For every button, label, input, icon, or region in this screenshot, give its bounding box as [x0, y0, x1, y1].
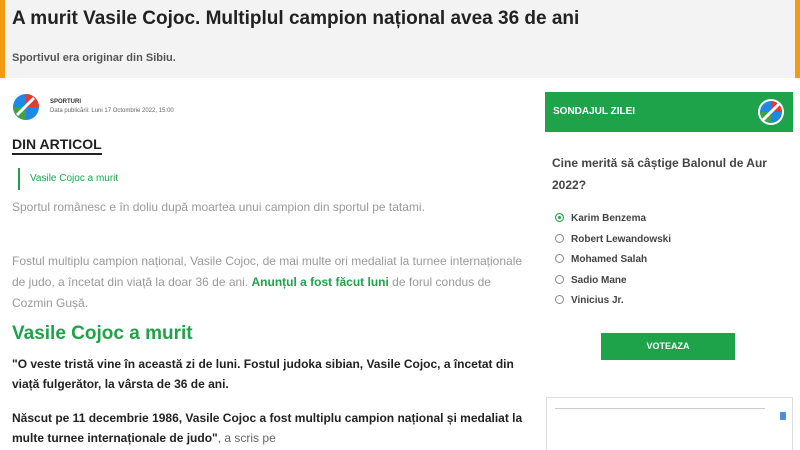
- poll-option[interactable]: Vinicius Jr.: [555, 293, 624, 309]
- poll-option-label: Robert Lewandowski: [571, 234, 672, 245]
- radio-button[interactable]: [555, 295, 564, 304]
- poll-option-label: Sadio Mane: [571, 275, 627, 286]
- article-title: A murit Vasile Cojoc. Multiplul campion …: [12, 8, 580, 29]
- poll-option-label: Karim Benzema: [571, 213, 647, 224]
- quote-tail: , a scris pe: [217, 431, 276, 445]
- publish-date: Data publicării: Luni 17 Octombrie 2022,…: [50, 108, 174, 114]
- poll-logo-icon: [758, 99, 784, 125]
- author-name[interactable]: SPORTURI: [50, 99, 81, 105]
- vote-button[interactable]: VOTEAZA: [601, 333, 735, 360]
- quote-paragraph-2: Născut pe 11 decembrie 1986, Vasile Cojo…: [12, 408, 524, 448]
- poll-question: Cine merită să câștige Balonul de Aur 20…: [552, 156, 767, 192]
- quote-paragraph-1: "O veste tristă vine în această zi de lu…: [12, 357, 514, 391]
- poll-header: SONDAJUL ZILEI: [545, 92, 793, 132]
- article-paragraph-1: Sportul românesc e în doliu după moartea…: [12, 200, 425, 214]
- radio-button[interactable]: [555, 234, 564, 243]
- poll-option[interactable]: Mohamed Salah: [555, 252, 647, 268]
- site-logo-icon[interactable]: [12, 93, 40, 121]
- header-accent-right: [795, 0, 800, 78]
- ad-divider: [555, 408, 765, 409]
- ad-slot[interactable]: [546, 397, 793, 450]
- radio-button-selected[interactable]: [555, 213, 564, 222]
- radio-button[interactable]: [555, 254, 564, 263]
- author-block: SPORTURI Data publicării: Luni 17 Octomb…: [12, 93, 312, 123]
- poll-option[interactable]: Sadio Mane: [555, 273, 627, 289]
- toc-heading: DIN ARTICOL: [12, 136, 102, 155]
- section-heading: Vasile Cojoc a murit: [12, 323, 193, 344]
- poll-title: SONDAJUL ZILEI: [553, 106, 636, 117]
- article-paragraph-2: Fostul multiplu campion național, Vasile…: [12, 251, 524, 314]
- poll-option-label: Vinicius Jr.: [571, 295, 624, 306]
- toc-link[interactable]: Vasile Cojoc a murit: [18, 168, 118, 190]
- radio-button[interactable]: [555, 275, 564, 284]
- article-header: A murit Vasile Cojoc. Multiplul campion …: [0, 0, 800, 78]
- ad-choices-icon[interactable]: [780, 412, 786, 420]
- header-accent-left: [0, 0, 5, 78]
- poll-option-label: Mohamed Salah: [571, 254, 648, 265]
- poll-option[interactable]: Robert Lewandowski: [555, 232, 671, 248]
- announcement-link[interactable]: Anunțul a fost făcut luni: [252, 275, 389, 289]
- poll-option[interactable]: Karim Benzema: [555, 211, 646, 227]
- article-subtitle: Sportivul era originar din Sibiu.: [12, 52, 176, 64]
